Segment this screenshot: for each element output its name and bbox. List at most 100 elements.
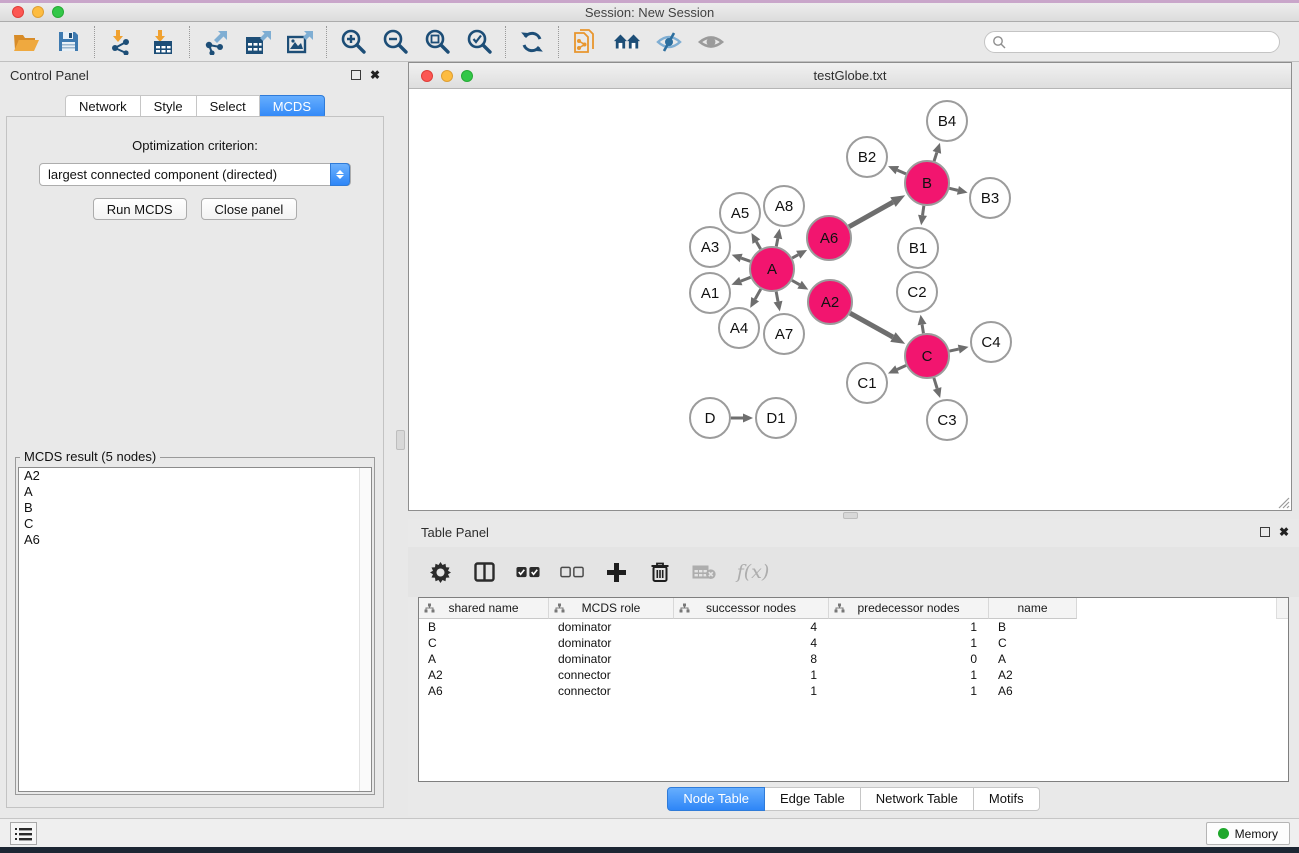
close-panel-icon[interactable]: ✖ [370,70,380,80]
table-cell[interactable]: A6 [989,683,1077,699]
table-cell[interactable]: connector [549,683,674,699]
graph-node-A6[interactable]: A6 [807,216,851,260]
deselect-all-columns-icon[interactable] [560,560,584,584]
graph-node-A2[interactable]: A2 [808,280,852,324]
table-cell[interactable]: 1 [674,683,829,699]
table-cell[interactable]: 1 [829,683,989,699]
graph-node-B1[interactable]: B1 [898,228,938,268]
table-cell[interactable]: A2 [419,667,549,683]
network-graph[interactable]: AA6A2BCA5A8A3A1A4A7B2B4B3B1C2C4C1C3DD1 [409,89,1291,510]
graph-edge[interactable] [850,313,893,337]
table-cell[interactable]: A [419,651,549,667]
graph-node-A3[interactable]: A3 [690,227,730,267]
graph-edge[interactable] [923,206,924,216]
table-row[interactable]: A2connector11A2 [419,667,1288,683]
tab-node-table[interactable]: Node Table [667,787,765,811]
float-panel-icon[interactable] [351,70,361,80]
table-settings-icon[interactable] [428,560,452,584]
graph-node-A8[interactable]: A8 [764,186,804,226]
refresh-icon[interactable] [518,28,546,56]
graph-edge[interactable] [755,289,761,299]
network-canvas[interactable]: AA6A2BCA5A8A3A1A4A7B2B4B3B1C2C4C1C3DD1 [409,89,1291,510]
open-session-icon[interactable] [12,28,40,56]
task-history-button[interactable] [10,822,37,845]
hide-selected-icon[interactable] [655,28,683,56]
search-input[interactable] [984,31,1280,53]
import-network-icon[interactable] [107,28,135,56]
table-cell[interactable]: 0 [829,651,989,667]
criterion-select[interactable]: largest connected component (directed) [39,163,351,186]
table-row[interactable]: Adominator80A [419,651,1288,667]
save-session-icon[interactable] [54,28,82,56]
result-item[interactable]: C [19,516,371,532]
column-header-shared-name[interactable]: shared name [419,598,549,619]
graph-edge[interactable] [949,188,958,190]
import-table-icon[interactable] [149,28,177,56]
table-cell[interactable]: connector [549,667,674,683]
column-header-predecessor-nodes[interactable]: predecessor nodes [829,598,989,619]
panel-divider-vertical-grip[interactable] [396,430,405,450]
network-window-titlebar[interactable]: testGlobe.txt [409,63,1291,89]
graph-node-C[interactable]: C [905,334,949,378]
result-item[interactable]: B [19,500,371,516]
export-network-icon[interactable] [202,28,230,56]
graph-edge[interactable] [776,238,778,246]
zoom-fit-icon[interactable] [423,28,451,56]
graph-node-A4[interactable]: A4 [719,308,759,348]
graph-node-C3[interactable]: C3 [927,400,967,440]
panel-divider-horizontal-grip[interactable] [843,512,858,519]
graph-node-C1[interactable]: C1 [847,363,887,403]
export-table-icon[interactable] [244,28,272,56]
table-cell[interactable]: A [989,651,1077,667]
table-cell[interactable]: 4 [674,619,829,635]
graph-edge[interactable] [741,277,751,281]
result-item[interactable]: A [19,484,371,500]
table-cell[interactable]: A6 [419,683,549,699]
table-cell[interactable]: 4 [674,635,829,651]
mcds-result-list[interactable]: A2ABCA6 [18,467,372,792]
graph-edge[interactable] [792,280,800,284]
table-cell[interactable]: A2 [989,667,1077,683]
graph-edge[interactable] [949,349,958,351]
memory-button[interactable]: Memory [1206,822,1290,845]
table-cell[interactable]: 1 [829,667,989,683]
table-cell[interactable]: dominator [549,635,674,651]
tab-edge-table[interactable]: Edge Table [765,787,861,811]
table-cell[interactable]: C [989,635,1077,651]
show-all-icon[interactable] [697,28,725,56]
table-row[interactable]: Bdominator41B [419,619,1288,635]
column-header-name[interactable]: name [989,598,1077,619]
graph-node-A1[interactable]: A1 [690,273,730,313]
graph-node-D1[interactable]: D1 [756,398,796,438]
table-row[interactable]: A6connector11A6 [419,683,1288,699]
graph-edge[interactable] [922,325,923,334]
table-scrollbar[interactable] [1276,598,1288,619]
graph-node-D[interactable]: D [690,398,730,438]
graph-edge[interactable] [849,202,893,227]
table-cell[interactable]: 1 [829,635,989,651]
table-cell[interactable]: 8 [674,651,829,667]
graph-edge[interactable] [934,378,937,389]
zoom-in-icon[interactable] [339,28,367,56]
graph-node-A7[interactable]: A7 [764,314,804,354]
graph-edge[interactable] [756,242,760,249]
graph-node-A5[interactable]: A5 [720,193,760,233]
tab-network-table[interactable]: Network Table [861,787,974,811]
table-cell[interactable]: 1 [829,619,989,635]
graph-edge[interactable] [741,258,750,261]
graph-node-B2[interactable]: B2 [847,137,887,177]
float-table-panel-icon[interactable] [1260,527,1270,537]
graph-node-B3[interactable]: B3 [970,178,1010,218]
graph-edge[interactable] [897,170,906,174]
close-table-panel-icon[interactable]: ✖ [1279,527,1289,537]
table-cell[interactable]: dominator [549,651,674,667]
select-all-columns-icon[interactable] [516,560,540,584]
result-item[interactable]: A6 [19,532,371,548]
graph-edge[interactable] [792,255,798,258]
result-item[interactable]: A2 [19,468,371,484]
split-view-icon[interactable] [472,560,496,584]
graph-node-B[interactable]: B [905,161,949,205]
graph-node-C4[interactable]: C4 [971,322,1011,362]
graph-node-B4[interactable]: B4 [927,101,967,141]
delete-row-icon[interactable] [648,560,672,584]
